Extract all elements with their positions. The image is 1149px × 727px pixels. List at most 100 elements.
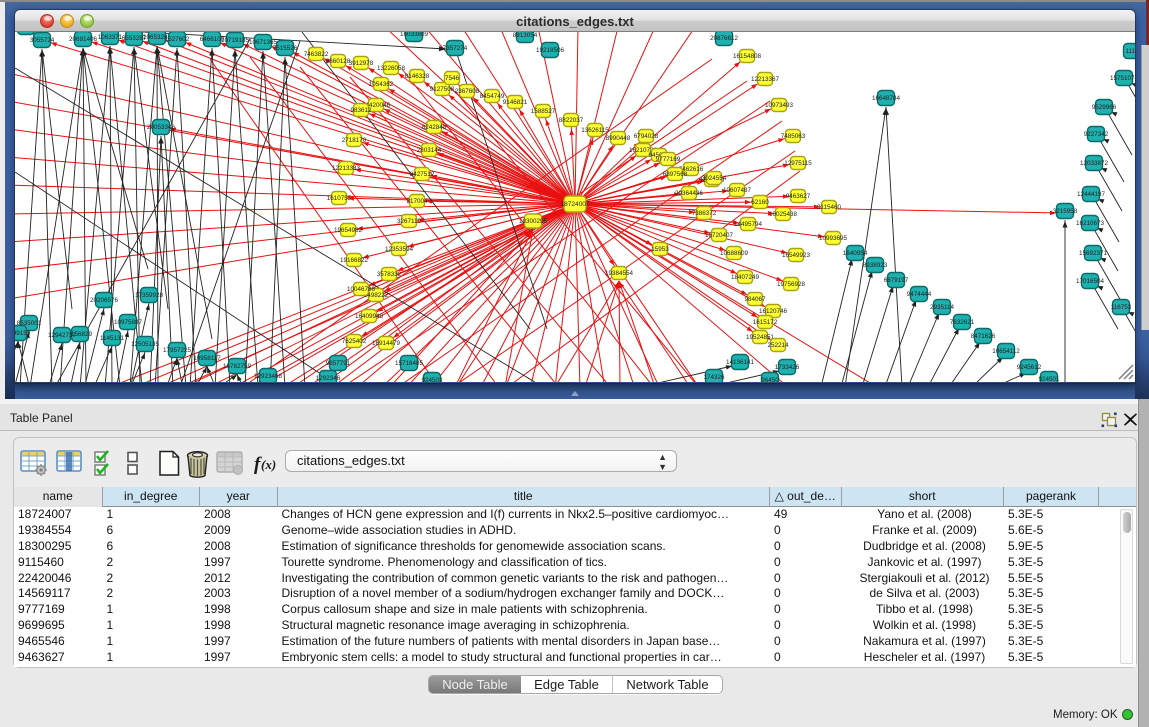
svg-text:12444197: 12444197	[1077, 191, 1106, 198]
svg-text:15692371: 15692371	[1079, 250, 1108, 257]
svg-text:7386372: 7386372	[692, 210, 717, 217]
svg-text:3024554: 3024554	[702, 175, 727, 182]
svg-text:13626115: 13626115	[581, 127, 609, 134]
svg-text:17016504: 17016504	[1076, 278, 1105, 285]
svg-text:1640954: 1640954	[843, 250, 868, 257]
svg-text:16154808: 16154808	[733, 53, 762, 60]
svg-text:10046786: 10046786	[347, 286, 376, 293]
svg-text:8427512: 8427512	[410, 171, 435, 178]
svg-text:9127508: 9127508	[430, 86, 455, 93]
svg-text:1063371: 1063371	[98, 34, 123, 41]
svg-text:16210673: 16210673	[1076, 220, 1105, 227]
svg-text:983612: 983612	[350, 107, 372, 114]
svg-text:96450: 96450	[761, 377, 779, 382]
svg-text:1145131: 1145131	[100, 335, 125, 342]
svg-text:12923468: 12923468	[254, 373, 283, 380]
svg-text:15751074: 15751074	[1110, 75, 1135, 82]
svg-text:116753: 116753	[1111, 304, 1132, 311]
svg-text:3055724: 3055724	[30, 37, 55, 44]
svg-text:9115460: 9115460	[817, 204, 842, 211]
svg-text:8822037: 8822037	[559, 117, 584, 124]
svg-text:15720407: 15720407	[705, 232, 734, 239]
svg-text:1054362: 1054362	[369, 81, 394, 88]
svg-text:9227342: 9227342	[1084, 131, 1109, 138]
svg-text:9777169: 9777169	[656, 156, 681, 163]
svg-text:16914479: 16914479	[372, 340, 401, 347]
svg-text:10993695: 10993695	[819, 235, 848, 242]
svg-text:2367608: 2367608	[455, 88, 480, 95]
svg-text:10654112: 10654112	[992, 348, 1020, 355]
svg-text:20206576: 20206576	[90, 297, 119, 304]
svg-text:1610755: 1610755	[327, 195, 352, 202]
svg-text:9245612: 9245612	[1017, 364, 1042, 371]
svg-text:2718170: 2718170	[342, 137, 367, 144]
svg-text:16409948: 16409948	[355, 313, 384, 320]
svg-text:252214: 252214	[767, 342, 789, 349]
svg-text:6897568: 6897568	[663, 171, 688, 178]
svg-text:14495794: 14495794	[734, 221, 763, 228]
svg-text:10719185: 10719185	[221, 37, 250, 44]
svg-text:20364436: 20364436	[675, 190, 704, 197]
svg-text:12213367: 12213367	[751, 76, 780, 83]
svg-text:6879197: 6879197	[884, 277, 909, 284]
svg-text:7625402: 7625402	[342, 338, 367, 345]
svg-text:19524851: 19524851	[746, 334, 775, 341]
svg-text:20876612: 20876612	[710, 35, 739, 42]
svg-text:8454749: 8454749	[480, 93, 505, 100]
svg-text:817004: 817004	[406, 198, 428, 205]
svg-text:8471626: 8471626	[971, 333, 996, 340]
svg-text:7463822: 7463822	[304, 51, 329, 58]
svg-text:3215958: 3215958	[1053, 208, 1078, 215]
svg-text:18724007: 18724007	[561, 201, 590, 208]
svg-text:9146821: 9146821	[503, 99, 528, 106]
svg-text:10025438: 10025438	[769, 211, 798, 218]
svg-text:9463627: 9463627	[786, 193, 811, 200]
svg-text:18300295: 18300295	[519, 218, 548, 225]
svg-text:10975887: 10975887	[114, 319, 143, 326]
svg-text:2803144: 2803144	[417, 147, 442, 154]
svg-text:8660128: 8660128	[326, 58, 351, 65]
svg-text:7515526: 7515526	[273, 45, 298, 52]
svg-text:7357274: 7357274	[443, 45, 468, 52]
svg-text:62160: 62160	[751, 199, 769, 206]
svg-text:1588527: 1588527	[531, 108, 556, 115]
svg-text:9474444: 9474444	[907, 291, 932, 298]
svg-text:3267110: 3267110	[397, 218, 422, 225]
svg-text:8813054: 8813054	[513, 32, 538, 39]
svg-text:1899159: 1899159	[15, 330, 31, 337]
svg-text:19384554: 19384554	[605, 270, 634, 277]
svg-text:10973493: 10973493	[765, 102, 794, 109]
svg-text:1112: 1112	[1125, 48, 1135, 55]
svg-text:12942737: 12942737	[48, 332, 77, 339]
svg-text:20691406: 20691406	[69, 36, 98, 43]
svg-text:10688609: 10688609	[720, 250, 749, 257]
svg-text:13226058: 13226058	[377, 65, 406, 72]
svg-text:20053346: 20053346	[147, 124, 176, 131]
svg-text:924501: 924501	[1038, 376, 1060, 382]
svg-text:10958117: 10958117	[193, 355, 221, 362]
svg-text:16120746: 16120746	[759, 308, 788, 315]
svg-text:2935114: 2935114	[930, 304, 955, 311]
svg-text:17957225: 17957225	[163, 347, 192, 354]
svg-text:1615172: 1615172	[753, 319, 778, 326]
svg-text:1733426: 1733426	[775, 364, 800, 371]
svg-text:16648784: 16648784	[872, 95, 901, 102]
svg-text:1527602: 1527602	[165, 36, 190, 43]
svg-text:7632621: 7632621	[950, 319, 975, 326]
svg-text:8990448: 8990448	[606, 135, 631, 142]
svg-text:174326: 174326	[703, 374, 725, 381]
svg-text:3578332: 3578332	[377, 271, 402, 278]
svg-text:17359928: 17359928	[135, 292, 164, 299]
svg-text:984067: 984067	[744, 296, 766, 303]
svg-text:19166822: 19166822	[340, 257, 369, 264]
svg-text:8938923: 8938923	[863, 262, 888, 269]
svg-text:19756928: 19756928	[777, 281, 806, 288]
svg-text:12033872: 12033872	[1080, 160, 1109, 167]
svg-text:16033809: 16033809	[400, 32, 429, 38]
svg-text:8242848: 8242848	[422, 124, 447, 131]
svg-text:12353594: 12353594	[385, 246, 414, 253]
svg-text:12213383: 12213383	[332, 165, 361, 172]
svg-text:16782759: 16782759	[223, 363, 252, 370]
svg-text:1292346: 1292346	[316, 375, 341, 382]
svg-text:6794028: 6794028	[634, 133, 659, 140]
